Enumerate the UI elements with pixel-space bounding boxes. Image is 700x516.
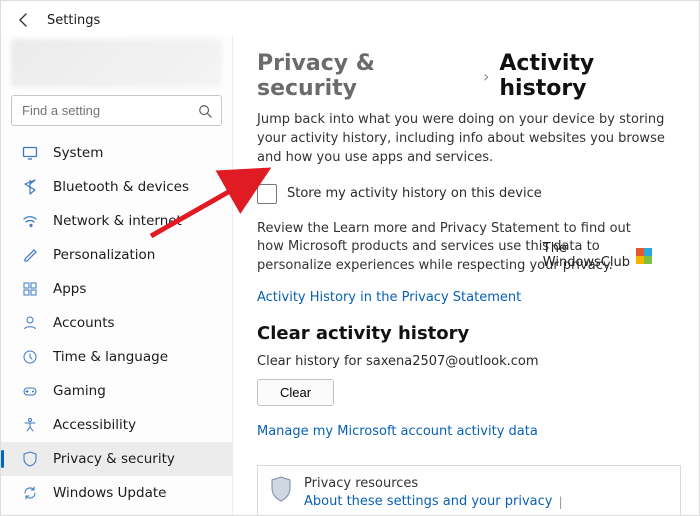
watermark: The WindowsClub: [543, 242, 652, 271]
sidebar-item-label: System: [53, 145, 103, 161]
sidebar-item-label: Accessibility: [53, 417, 136, 433]
watermark-line2: WindowsClub: [543, 256, 630, 270]
clock-icon: [21, 348, 39, 366]
sidebar-item-label: Personalization: [53, 247, 155, 263]
sidebar-item-label: Apps: [53, 281, 86, 297]
search-icon[interactable]: [198, 104, 212, 118]
sidebar-item-privacy[interactable]: Privacy & security: [1, 442, 232, 476]
sidebar-item-label: Gaming: [53, 383, 106, 399]
shield-icon: [21, 450, 39, 468]
gamepad-icon: [21, 382, 39, 400]
sidebar-item-label: Time & language: [53, 349, 168, 365]
resources-title: Privacy resources: [304, 476, 668, 491]
sidebar-item-personalization[interactable]: Personalization: [1, 238, 232, 272]
breadcrumb-current: Activity history: [499, 51, 681, 101]
clear-button[interactable]: Clear: [257, 379, 334, 406]
apps-icon: [21, 280, 39, 298]
paint-icon: [21, 246, 39, 264]
sidebar-item-label: Network & internet: [53, 213, 182, 229]
clear-history-text: Clear history for saxena2507@outlook.com: [257, 354, 681, 369]
sidebar-item-apps[interactable]: Apps: [1, 272, 232, 306]
windows-logo-icon: [636, 248, 652, 264]
watermark-line1: The: [543, 242, 630, 256]
separator: |: [558, 494, 562, 509]
page-description: Jump back into what you were doing on yo…: [257, 111, 667, 168]
shield-icon: [270, 476, 292, 502]
sidebar-item-label: Accounts: [53, 315, 115, 331]
resources-link-about[interactable]: About these settings and your privacy: [304, 494, 552, 509]
manage-account-link[interactable]: Manage my Microsoft account activity dat…: [257, 424, 538, 439]
store-history-row: Store my activity history on this device: [257, 184, 681, 204]
content-pane: Privacy & security › Activity history Ju…: [233, 35, 699, 515]
bluetooth-icon: [21, 178, 39, 196]
accessibility-icon: [21, 416, 39, 434]
sidebar-item-accessibility[interactable]: Accessibility: [1, 408, 232, 442]
sidebar-item-time[interactable]: Time & language: [1, 340, 232, 374]
display-icon: [21, 144, 39, 162]
privacy-resources-card: Privacy resources About these settings a…: [257, 465, 681, 515]
arrow-left-icon: [16, 12, 32, 28]
nav-list: System Bluetooth & devices Network & int…: [1, 136, 232, 515]
store-history-label: Store my activity history on this device: [287, 186, 542, 201]
wifi-icon: [21, 212, 39, 230]
sidebar-item-accounts[interactable]: Accounts: [1, 306, 232, 340]
search-wrap: [11, 95, 222, 126]
app-title: Settings: [47, 13, 100, 28]
breadcrumb-parent[interactable]: Privacy & security: [257, 51, 473, 101]
clear-heading: Clear activity history: [257, 323, 681, 344]
sidebar-item-label: Windows Update: [53, 485, 166, 501]
sidebar-item-label: Bluetooth & devices: [53, 179, 189, 195]
sidebar-item-update[interactable]: Windows Update: [1, 476, 232, 510]
privacy-statement-link[interactable]: Activity History in the Privacy Statemen…: [257, 290, 521, 305]
sidebar-item-bluetooth[interactable]: Bluetooth & devices: [1, 170, 232, 204]
profile-card[interactable]: [11, 39, 222, 87]
sidebar: System Bluetooth & devices Network & int…: [1, 35, 233, 515]
sidebar-item-label: Privacy & security: [53, 451, 175, 467]
sidebar-item-network[interactable]: Network & internet: [1, 204, 232, 238]
window-header: Settings: [1, 1, 699, 35]
update-icon: [21, 484, 39, 502]
breadcrumb: Privacy & security › Activity history: [257, 51, 681, 101]
sidebar-item-system[interactable]: System: [1, 136, 232, 170]
store-history-checkbox[interactable]: [257, 184, 277, 204]
sidebar-item-gaming[interactable]: Gaming: [1, 374, 232, 408]
back-button[interactable]: [15, 11, 33, 29]
search-input[interactable]: [11, 95, 222, 126]
chevron-right-icon: ›: [483, 67, 489, 86]
person-icon: [21, 314, 39, 332]
